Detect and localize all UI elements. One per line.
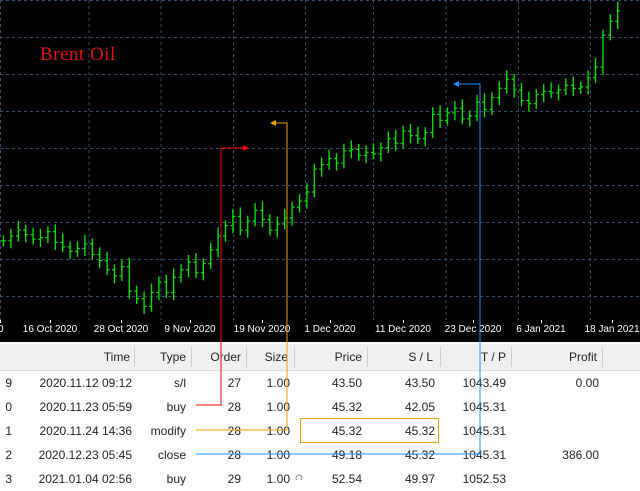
cell-sl: 49.97	[404, 472, 435, 486]
cell-tp: 1045.31	[462, 448, 506, 462]
x-tick-label: 6 Jan 2021	[516, 324, 566, 335]
table-row[interactable]: 0 2020.11.23 05:59 buy 28 1.00 45.32 42.…	[0, 395, 640, 419]
cell-profit: 386.00	[562, 448, 599, 462]
cell-size: 1.00	[266, 376, 290, 390]
header-order[interactable]: Order	[193, 350, 241, 364]
header-size[interactable]: Size	[248, 350, 288, 364]
row-number: 9	[5, 376, 12, 390]
x-tick-label: 11 Dec 2020	[375, 324, 431, 335]
cell-type: buy	[166, 472, 186, 486]
header-divider	[511, 347, 512, 367]
cell-size: 1.00	[266, 448, 290, 462]
table-row[interactable]: 9 2020.11.12 09:12 s/l 27 1.00 43.50 43.…	[0, 371, 640, 395]
cell-time: 2020.11.24 14:36	[39, 424, 132, 438]
x-tick-mark	[0, 320, 1, 323]
header-sl[interactable]: S / L	[369, 350, 433, 364]
x-tick-label: 18 Jan 2021	[584, 324, 640, 335]
cell-order: 27	[227, 376, 241, 390]
cell-price: 45.32	[331, 424, 362, 438]
cell-type: s/l	[174, 376, 186, 390]
x-tick-mark	[121, 320, 122, 323]
cell-size: 1.00	[266, 424, 290, 438]
header-divider	[134, 347, 135, 367]
table-row[interactable]: 2 2020.12.23 05:45 close 28 1.00 49.18 4…	[0, 443, 640, 467]
cell-sl: 45.32	[404, 448, 435, 462]
cell-price: 52.54	[331, 472, 362, 486]
x-tick-label: 1 Dec 2020	[304, 324, 356, 335]
cell-sl: 43.50	[404, 376, 435, 390]
table-row[interactable]: 3 2021.01.04 02:56 buy 29 1.00 52.54 49.…	[0, 467, 640, 491]
cell-tp: 1045.31	[462, 424, 506, 438]
cell-type: modify	[150, 424, 186, 438]
cell-order: 28	[227, 448, 241, 462]
cell-type: buy	[166, 400, 186, 414]
cell-profit: 0.00	[575, 376, 599, 390]
x-tick-mark	[473, 320, 474, 323]
x-tick-label: 28 Oct 2020	[93, 324, 149, 335]
header-profit[interactable]: Profit	[513, 350, 597, 364]
x-tick-mark	[541, 320, 542, 323]
cell-tp: 1052.53	[462, 472, 506, 486]
header-tp[interactable]: T / P	[442, 350, 506, 364]
row-number: 3	[5, 472, 12, 486]
header-divider	[294, 347, 295, 367]
table-header: Time Type Order Size Price S / L T / P P…	[0, 344, 640, 371]
price-chart[interactable]: Brent Oil	[0, 0, 640, 320]
header-divider	[602, 347, 603, 367]
cell-price: 43.50	[331, 376, 362, 390]
x-tick-label: 0	[0, 324, 4, 335]
header-type[interactable]: Type	[136, 350, 186, 364]
cell-time: 2020.11.23 05:59	[39, 400, 132, 414]
symbol-label: Brent Oil	[40, 44, 116, 65]
header-price[interactable]: Price	[296, 350, 362, 364]
cell-size: 1.00	[266, 472, 290, 486]
table-row[interactable]: 1 2020.11.24 14:36 modify 28 1.00 45.32 …	[0, 419, 640, 443]
cell-order: 29	[227, 472, 241, 486]
time-axis: 0 16 Oct 2020 28 Oct 2020 9 Nov 2020 19 Nov …	[0, 320, 640, 342]
row-number: 0	[5, 400, 12, 414]
cell-order: 28	[227, 424, 241, 438]
x-tick-mark	[612, 320, 613, 323]
cell-sl: 42.05	[404, 400, 435, 414]
cell-tp: 1045.31	[462, 400, 506, 414]
x-tick-label: 16 Oct 2020	[22, 324, 78, 335]
cell-order: 28	[227, 400, 241, 414]
row-number: 1	[5, 424, 12, 438]
header-time[interactable]: Time	[60, 350, 130, 364]
x-tick-label: 19 Nov 2020	[233, 324, 291, 335]
x-tick-label: 23 Dec 2020	[444, 324, 502, 335]
x-tick-mark	[50, 320, 51, 323]
x-tick-mark	[330, 320, 331, 323]
cell-time: 2020.12.23 05:45	[38, 448, 132, 462]
header-divider	[440, 347, 441, 367]
cell-price: 49.18	[331, 448, 362, 462]
cell-tp: 1043.49	[462, 376, 506, 390]
cell-time: 2021.01.04 02:56	[38, 472, 132, 486]
trade-history-table[interactable]: Time Type Order Size Price S / L T / P P…	[0, 344, 640, 486]
cell-type: close	[157, 448, 186, 462]
x-tick-mark	[262, 320, 263, 323]
cell-size: 1.00	[266, 400, 290, 414]
x-tick-mark	[403, 320, 404, 323]
x-tick-label: 9 Nov 2020	[164, 324, 216, 335]
cell-price: 45.32	[331, 400, 362, 414]
header-divider	[367, 347, 368, 367]
row-number: 2	[5, 448, 12, 462]
x-tick-mark	[190, 320, 191, 323]
cell-sl: 45.32	[404, 424, 435, 438]
header-divider	[191, 347, 192, 367]
header-divider	[246, 347, 247, 367]
cell-time: 2020.11.12 09:12	[39, 376, 132, 390]
